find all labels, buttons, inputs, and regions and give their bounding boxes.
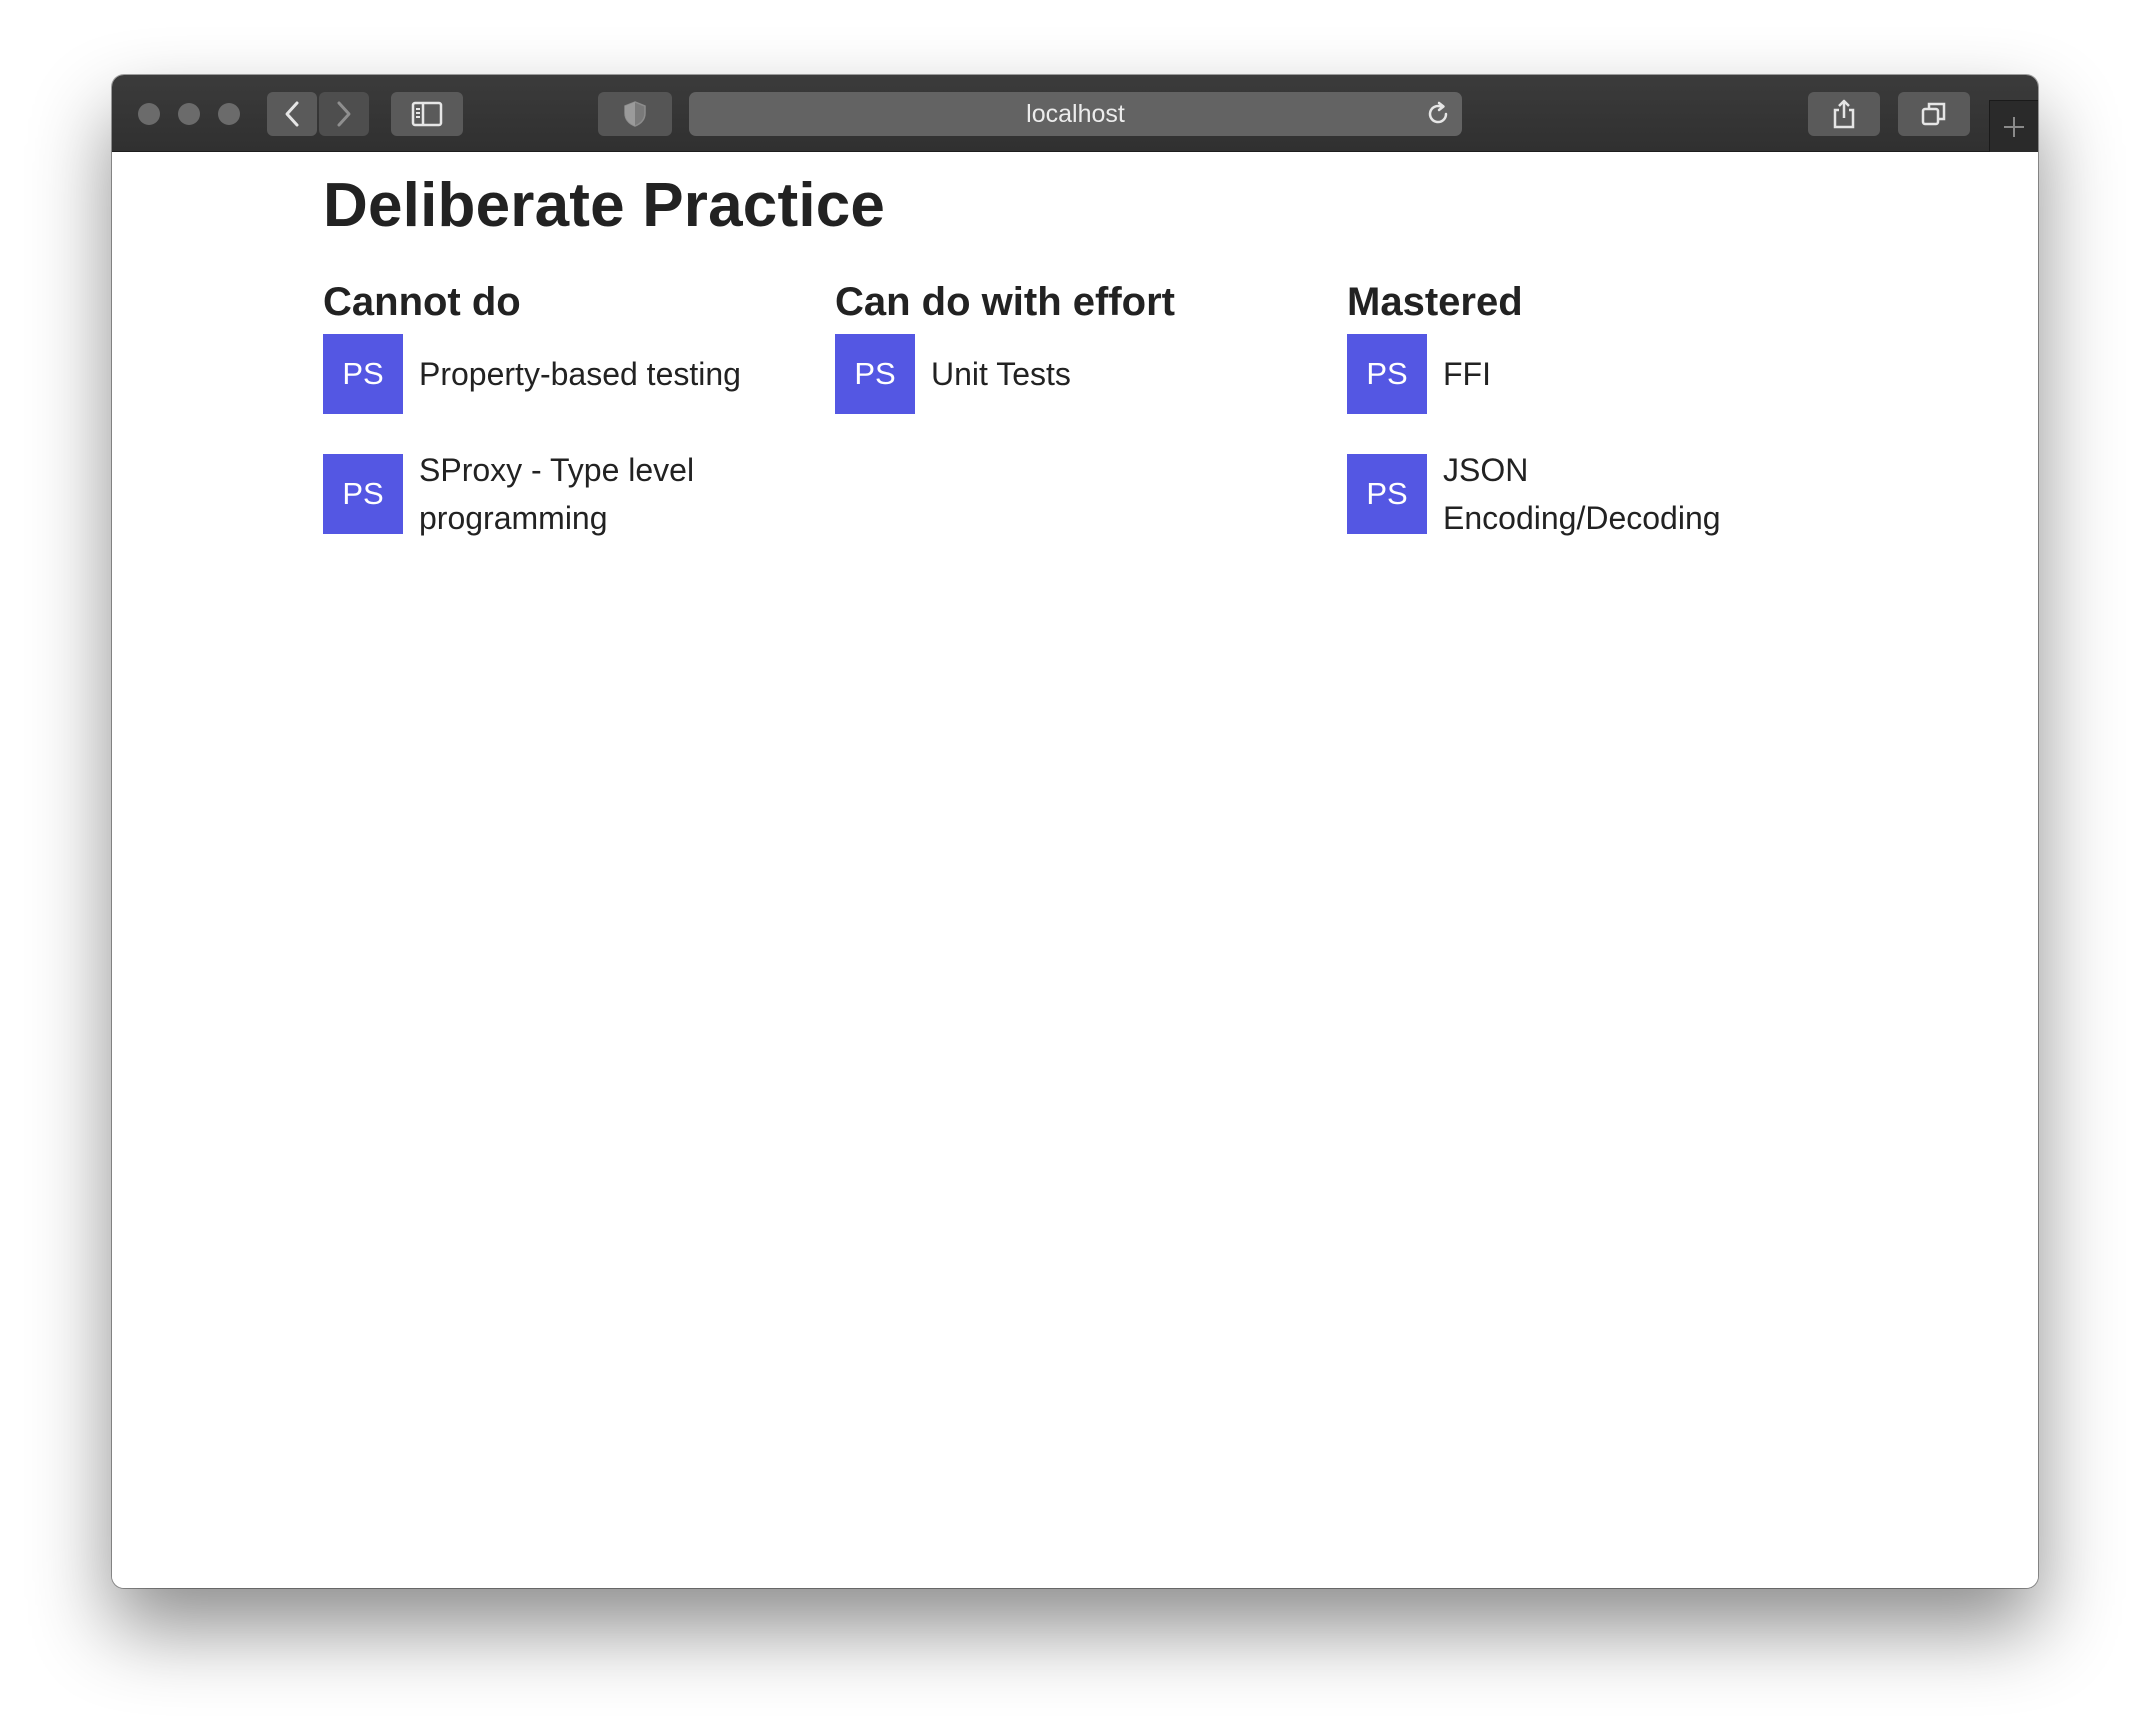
- browser-window: localhost Deliberate Practice Cannot do …: [112, 75, 2038, 1588]
- column-title: Cannot do: [323, 280, 521, 324]
- column-can-do-with-effort: Can do with effort PS Unit Tests: [835, 278, 1315, 446]
- chevron-left-icon: [285, 101, 299, 127]
- reload-icon: [1428, 101, 1448, 124]
- skill-badge: PS: [323, 334, 403, 414]
- skill-badge: PS: [1347, 454, 1427, 534]
- skill-label: Property-based testing: [419, 356, 741, 392]
- privacy-report-button[interactable]: [598, 92, 672, 136]
- page-content: Deliberate Practice Cannot do PS Propert…: [112, 152, 2038, 1588]
- column-title: Mastered: [1347, 280, 1523, 324]
- close-window-button[interactable]: [138, 103, 160, 125]
- skill-badge: PS: [323, 454, 403, 534]
- tab-overview-button[interactable]: [1898, 92, 1970, 136]
- column-title: Can do with effort: [835, 280, 1175, 324]
- skill-label: JSON Encoding/Decoding: [1443, 452, 1721, 536]
- skill-badge: PS: [835, 334, 915, 414]
- zoom-window-button[interactable]: [218, 103, 240, 125]
- page-title: Deliberate Practice: [323, 171, 886, 240]
- skill-label: Unit Tests: [931, 356, 1071, 392]
- new-tab-button[interactable]: [1989, 100, 2038, 152]
- url-text: localhost: [1026, 99, 1125, 128]
- column-mastered: Mastered PS FFI PS JSON Encoding/Decodin…: [1347, 278, 1827, 574]
- shield-icon: [624, 101, 646, 127]
- reload-button[interactable]: [1424, 100, 1452, 133]
- address-bar[interactable]: localhost: [689, 92, 1462, 136]
- back-button[interactable]: [267, 92, 317, 136]
- sidebar-toggle-button[interactable]: [391, 92, 463, 136]
- skill-label: FFI: [1443, 356, 1491, 392]
- skill-badge: PS: [1347, 334, 1427, 414]
- list-item[interactable]: PS FFI: [1347, 334, 1827, 414]
- share-button[interactable]: [1808, 92, 1880, 136]
- share-icon: [1833, 99, 1855, 129]
- tabs-icon: [1921, 102, 1946, 126]
- list-item[interactable]: PS Property-based testing: [323, 334, 803, 414]
- column-cannot-do: Cannot do PS Property-based testing PS S…: [323, 278, 803, 574]
- skill-label: SProxy - Type level programming: [419, 452, 695, 536]
- plus-icon: [2004, 116, 2024, 137]
- list-item[interactable]: PS JSON Encoding/Decoding: [1347, 446, 1827, 542]
- forward-button[interactable]: [319, 92, 369, 136]
- minimize-window-button[interactable]: [178, 103, 200, 125]
- list-item[interactable]: PS SProxy - Type level programming: [323, 446, 803, 542]
- browser-toolbar: localhost: [112, 75, 2038, 152]
- chevron-right-icon: [337, 101, 351, 127]
- list-item[interactable]: PS Unit Tests: [835, 334, 1315, 414]
- sidebar-icon: [411, 101, 443, 127]
